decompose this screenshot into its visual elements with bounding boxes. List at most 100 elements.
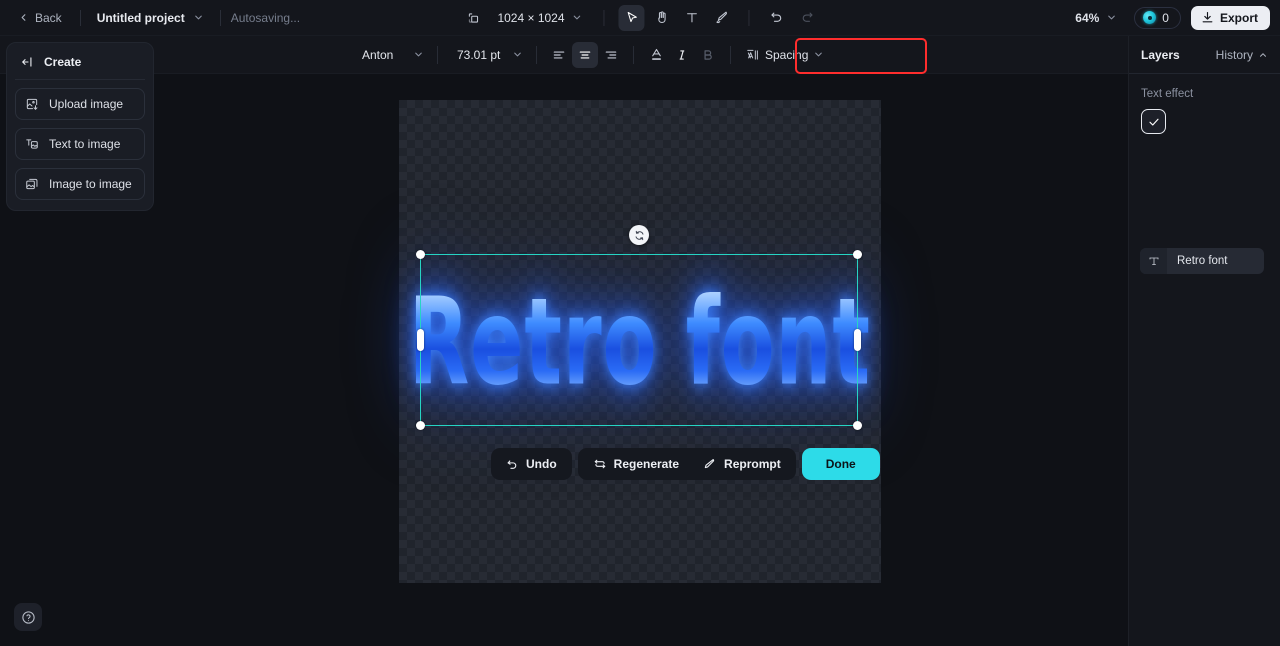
back-button[interactable]: Back — [10, 6, 70, 30]
rotate-handle[interactable] — [629, 225, 649, 245]
chevron-down-icon — [1106, 12, 1117, 23]
align-left-button[interactable] — [546, 42, 572, 68]
chevron-left-icon — [18, 12, 29, 23]
image-to-image-button[interactable]: Image to image — [15, 168, 145, 200]
text-tool[interactable] — [679, 5, 705, 31]
divider — [219, 9, 221, 26]
project-name: Untitled project — [96, 10, 185, 25]
layers-panel-header: Layers History — [1129, 36, 1280, 74]
spacing-label: Spacing — [765, 47, 809, 62]
credits-badge[interactable]: 0 — [1134, 6, 1181, 29]
chevron-down-icon — [512, 49, 523, 60]
image-to-image-label: Image to image — [49, 177, 132, 191]
back-label: Back — [35, 10, 62, 25]
app-root: Back Untitled project Autosaving... 1024… — [0, 0, 1280, 646]
divider — [536, 45, 537, 64]
layer-name: Retro font — [1177, 255, 1228, 267]
undo-tool[interactable] — [764, 5, 790, 31]
tab-layers[interactable]: Layers — [1141, 48, 1180, 62]
divider — [603, 9, 605, 26]
credits-count: 0 — [1162, 10, 1169, 25]
artwork-text: Retro font — [408, 272, 871, 412]
divider — [748, 9, 750, 26]
font-size-selector[interactable]: 73.01 pt — [451, 44, 527, 66]
top-bar: Back Untitled project Autosaving... 1024… — [0, 0, 1280, 36]
select-tool[interactable] — [618, 4, 645, 31]
done-button[interactable]: Done — [801, 448, 880, 480]
text-to-image-button[interactable]: Text to image — [15, 128, 145, 160]
download-icon — [1201, 11, 1214, 24]
text-layer-icon — [1140, 248, 1167, 274]
divider — [633, 45, 634, 64]
chevron-down-icon — [193, 12, 204, 23]
regenerate-icon — [593, 457, 607, 471]
history-label: History — [1215, 48, 1253, 62]
credit-coin-icon — [1143, 11, 1157, 24]
top-bar-right: 64% 0 Export — [1068, 5, 1270, 30]
bold-button[interactable] — [695, 42, 721, 68]
redo-tool[interactable] — [794, 5, 820, 31]
layers-panel: Layers History Text effect Retro font — [1128, 36, 1280, 646]
help-button[interactable] — [14, 603, 42, 631]
chevron-down-icon — [572, 12, 583, 23]
align-center-button[interactable] — [572, 41, 598, 68]
undo-icon — [506, 458, 519, 471]
zoom-selector[interactable]: 64% — [1068, 7, 1124, 29]
text-to-image-icon — [25, 137, 39, 151]
chevron-down-icon — [413, 49, 424, 60]
text-artwork[interactable]: Retro font — [408, 256, 869, 428]
list-item[interactable]: Retro font — [1140, 248, 1264, 274]
brush-tool[interactable] — [709, 5, 735, 31]
italic-button[interactable] — [669, 42, 695, 68]
top-bar-left: Back Untitled project Autosaving... — [0, 6, 300, 30]
hand-tool[interactable] — [649, 5, 675, 31]
canvas-size-selector[interactable]: 1024 × 1024 — [490, 7, 589, 29]
align-right-button[interactable] — [598, 42, 624, 68]
zoom-level-label: 64% — [1075, 10, 1100, 25]
export-label: Export — [1219, 10, 1258, 25]
text-toolbar: Anton 73.01 pt Spacing — [0, 36, 1280, 105]
font-family-value: Anton — [362, 47, 394, 62]
top-bar-center-tools: 1024 × 1024 — [460, 4, 820, 31]
collapse-panel-icon — [21, 55, 35, 69]
spacing-icon — [746, 48, 760, 62]
generation-action-bar: Undo Regenerate Reprompt Done — [491, 448, 880, 480]
create-panel: Create Upload image Text to image Image … — [6, 42, 154, 211]
upload-image-icon — [25, 97, 39, 111]
canvas-size-label: 1024 × 1024 — [497, 10, 565, 25]
font-family-selector[interactable]: Anton — [356, 44, 428, 66]
text-toolbar-controls: Anton 73.01 pt Spacing — [356, 36, 830, 74]
canvas-area[interactable]: Retro font Undo Regenerate Reprompt Done — [154, 76, 1128, 646]
check-icon — [1148, 116, 1160, 128]
reprompt-icon — [703, 457, 717, 471]
action-button-group: Regenerate Reprompt — [577, 448, 796, 480]
project-selector[interactable]: Untitled project — [91, 7, 210, 29]
regenerate-button[interactable]: Regenerate — [581, 451, 691, 477]
export-button[interactable]: Export — [1190, 5, 1270, 30]
upload-image-label: Upload image — [49, 97, 124, 111]
create-panel-header[interactable]: Create — [15, 51, 145, 80]
text-effect-section-label: Text effect — [1141, 88, 1194, 100]
text-color-button[interactable] — [643, 42, 669, 68]
chevron-down-icon — [813, 49, 824, 60]
image-to-image-icon — [25, 177, 39, 191]
text-to-image-label: Text to image — [49, 137, 121, 151]
text-effect-thumbnail[interactable] — [1141, 109, 1166, 134]
font-size-value: 73.01 pt — [457, 47, 501, 62]
layout-icon[interactable] — [460, 5, 486, 31]
spacing-selector[interactable]: Spacing — [740, 44, 830, 66]
autosave-status: Autosaving... — [230, 10, 301, 25]
divider — [79, 9, 81, 26]
undo-button[interactable]: Undo — [494, 451, 569, 477]
divider — [730, 45, 731, 64]
upload-image-button[interactable]: Upload image — [15, 88, 145, 120]
undo-label: Undo — [526, 457, 557, 471]
divider — [437, 45, 438, 64]
reprompt-button[interactable]: Reprompt — [691, 451, 793, 477]
regenerate-label: Regenerate — [613, 457, 680, 471]
tab-history[interactable]: History — [1216, 48, 1268, 62]
create-panel-title: Create — [44, 55, 82, 69]
question-mark-icon — [21, 610, 36, 625]
action-button-group: Undo — [491, 448, 572, 480]
reprompt-label: Reprompt — [724, 457, 781, 471]
